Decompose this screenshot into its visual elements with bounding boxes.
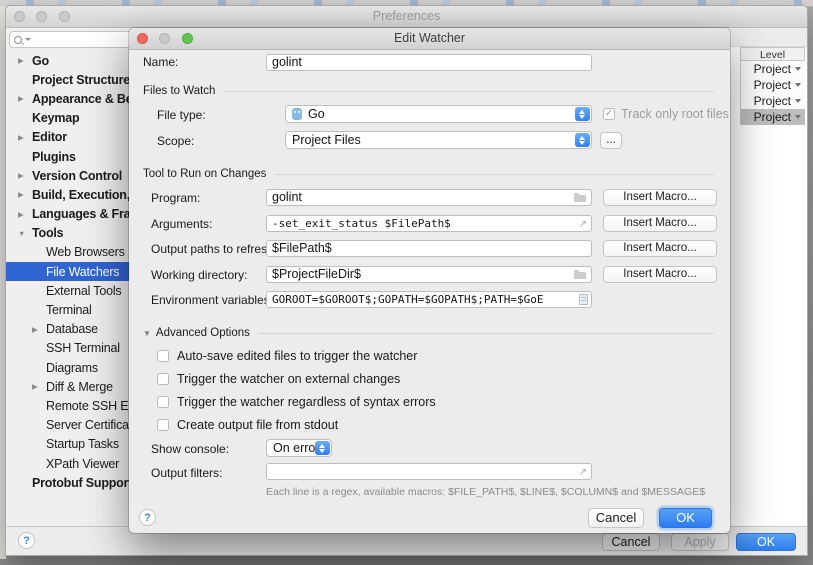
minimize-button[interactable] [36, 11, 47, 22]
minimize-button [159, 33, 170, 44]
show-console-select[interactable]: On error [266, 439, 332, 457]
level-cell[interactable]: Project [740, 61, 805, 77]
track-only-root-files-label: Track only root files [621, 106, 729, 122]
track-only-root-files-checkbox: ✓ [603, 108, 615, 120]
insert-macro-button[interactable]: Insert Macro... [603, 266, 717, 283]
close-button[interactable] [14, 11, 25, 22]
edit-watcher-dialog: Edit Watcher Name: golint Files to Watch… [129, 28, 730, 533]
dropdown-arrow-icon [795, 83, 801, 87]
arguments-input[interactable]: -set_exit_status $FilePath$ [266, 215, 592, 232]
section-divider [258, 333, 714, 334]
dialog-cancel-button[interactable]: Cancel [588, 508, 644, 528]
level-cell[interactable]: Project [740, 77, 805, 93]
stepper-icon [315, 441, 330, 455]
trigger-syntax-errors-checkbox[interactable] [157, 396, 169, 408]
output-paths-label: Output paths to refresh: [151, 241, 277, 258]
zoom-button[interactable] [59, 11, 70, 22]
file-type-label: File type: [157, 107, 206, 124]
auto-save-label: Auto-save edited files to trigger the wa… [177, 348, 417, 364]
expand-field-icon[interactable] [579, 217, 587, 232]
environment-variables-input[interactable]: GOROOT=$GOROOT$;GOPATH=$GOPATH$;PATH=$Go… [266, 291, 592, 308]
zoom-button[interactable] [182, 33, 193, 44]
dropdown-arrow-icon [795, 67, 801, 71]
help-button[interactable]: ? [18, 532, 35, 549]
scope-browse-button[interactable]: ... [600, 132, 622, 149]
search-filter-chevron-icon [25, 38, 31, 41]
chevron-right-icon[interactable] [32, 377, 46, 396]
preferences-titlebar: Preferences [6, 6, 807, 28]
dialog-window-controls [137, 33, 201, 44]
level-column-header: Level [740, 47, 805, 61]
folder-browse-icon[interactable] [574, 272, 586, 279]
watchers-level-column: Level Project Project Project Project [740, 47, 805, 125]
tool-to-run-section: Tool to Run on Changes [143, 168, 714, 180]
name-input[interactable]: golint [266, 54, 592, 71]
insert-macro-button[interactable]: Insert Macro... [603, 215, 717, 232]
chevron-right-icon[interactable] [18, 166, 32, 185]
dropdown-arrow-icon [795, 115, 801, 119]
files-to-watch-section: Files to Watch [143, 85, 714, 97]
chevron-right-icon[interactable] [18, 128, 32, 147]
create-output-file-checkbox[interactable] [157, 419, 169, 431]
program-input[interactable]: golint [266, 189, 592, 206]
filters-hint: Each line is a regex, available macros: … [266, 486, 705, 498]
close-button[interactable] [137, 33, 148, 44]
scope-label: Scope: [157, 133, 194, 150]
trigger-external-changes-label: Trigger the watcher on external changes [177, 371, 400, 387]
dialog-title: Edit Watcher [394, 31, 465, 45]
trigger-syntax-errors-label: Trigger the watcher regardless of syntax… [177, 394, 436, 410]
stepper-icon [575, 107, 590, 121]
chevron-right-icon[interactable] [32, 320, 46, 339]
insert-macro-button[interactable]: Insert Macro... [603, 240, 717, 257]
show-console-label: Show console: [151, 441, 229, 458]
chevron-right-icon[interactable] [18, 89, 32, 108]
dialog-ok-button[interactable]: OK [659, 508, 712, 528]
window-title: Preferences [373, 9, 440, 23]
edit-variables-icon[interactable] [579, 294, 588, 305]
folder-browse-icon[interactable] [574, 195, 586, 202]
file-type-select[interactable]: Go [285, 105, 592, 123]
section-divider [274, 174, 714, 175]
dropdown-arrow-icon [795, 99, 801, 103]
level-cell-selected[interactable]: Project [740, 109, 805, 125]
dialog-help-button[interactable]: ? [139, 509, 156, 526]
output-filters-input[interactable] [266, 463, 592, 480]
auto-save-checkbox[interactable] [157, 350, 169, 362]
expand-field-icon[interactable] [579, 465, 587, 480]
advanced-options-section[interactable]: ▼ Advanced Options [143, 327, 714, 339]
chevron-right-icon[interactable] [18, 51, 32, 70]
output-paths-input[interactable]: $FilePath$ [266, 240, 592, 257]
working-directory-label: Working directory: [151, 267, 247, 284]
go-file-type-icon [292, 108, 302, 120]
name-label: Name: [143, 54, 178, 71]
environment-variables-label: Environment variables: [151, 292, 273, 309]
stepper-icon [575, 133, 590, 147]
dialog-titlebar: Edit Watcher [129, 28, 730, 50]
chevron-down-icon[interactable]: ▼ [143, 329, 151, 338]
chevron-right-icon[interactable] [18, 205, 32, 224]
preferences-ok-button[interactable]: OK [736, 533, 796, 551]
output-filters-label: Output filters: [151, 465, 222, 482]
insert-macro-button[interactable]: Insert Macro... [603, 189, 717, 206]
chevron-down-icon[interactable] [18, 224, 32, 243]
trigger-external-changes-checkbox[interactable] [157, 373, 169, 385]
chevron-right-icon[interactable] [18, 185, 32, 204]
section-divider [223, 91, 714, 92]
program-label: Program: [151, 190, 200, 207]
preferences-cancel-button[interactable]: Cancel [602, 533, 660, 551]
arguments-label: Arguments: [151, 216, 212, 233]
window-controls [14, 11, 78, 22]
scope-select[interactable]: Project Files [285, 131, 592, 149]
working-directory-input[interactable]: $ProjectFileDir$ [266, 266, 592, 283]
preferences-apply-button[interactable]: Apply [671, 533, 729, 551]
create-output-file-label: Create output file from stdout [177, 417, 338, 433]
level-cell[interactable]: Project [740, 93, 805, 109]
search-icon [14, 36, 22, 44]
